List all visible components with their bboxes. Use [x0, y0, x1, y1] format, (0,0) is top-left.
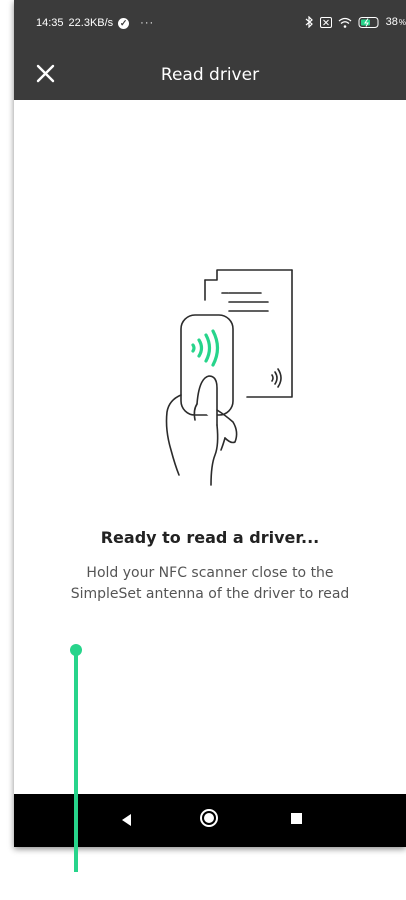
- system-nav-bar: [14, 794, 406, 847]
- status-heading: Ready to read a driver...: [100, 528, 320, 547]
- instruction-line-1: Hold your NFC scanner close to the: [86, 565, 334, 581]
- app-toolbar: Read driver: [14, 50, 406, 100]
- wifi-icon: [338, 17, 352, 28]
- status-left: 14:35 22.3KB/s ✓ ···: [36, 17, 154, 29]
- phone-screen: 14:35 22.3KB/s ✓ ··· 38% Read driver Rea…: [14, 0, 406, 847]
- nav-recent-icon[interactable]: [291, 813, 302, 824]
- battery-level: 38: [385, 16, 398, 28]
- battery-charging-icon: [358, 16, 379, 28]
- check-circle-icon: ✓: [118, 17, 130, 29]
- page-title: Read driver: [160, 65, 260, 85]
- status-time: 14:35: [36, 17, 64, 29]
- status-right: 38%: [305, 16, 406, 28]
- instruction-line-2: SimpleSet antenna of the driver to read: [70, 586, 350, 602]
- status-bar: 14:35 22.3KB/s ✓ ··· 38%: [14, 0, 406, 50]
- status-speed: 22.3KB/s: [68, 17, 114, 29]
- nav-home-icon[interactable]: [200, 809, 218, 827]
- bluetooth-icon: [305, 16, 313, 28]
- annotation-pointer-line: [74, 650, 78, 872]
- nav-back-icon[interactable]: [122, 814, 132, 826]
- nfc-scanner-hand-icon: [165, 269, 293, 486]
- battery-unit: %: [398, 17, 406, 27]
- sim-icon: [319, 16, 332, 28]
- instruction-text: Hold your NFC scanner close to the Simpl…: [14, 563, 406, 605]
- status-more-dots: ···: [140, 17, 155, 29]
